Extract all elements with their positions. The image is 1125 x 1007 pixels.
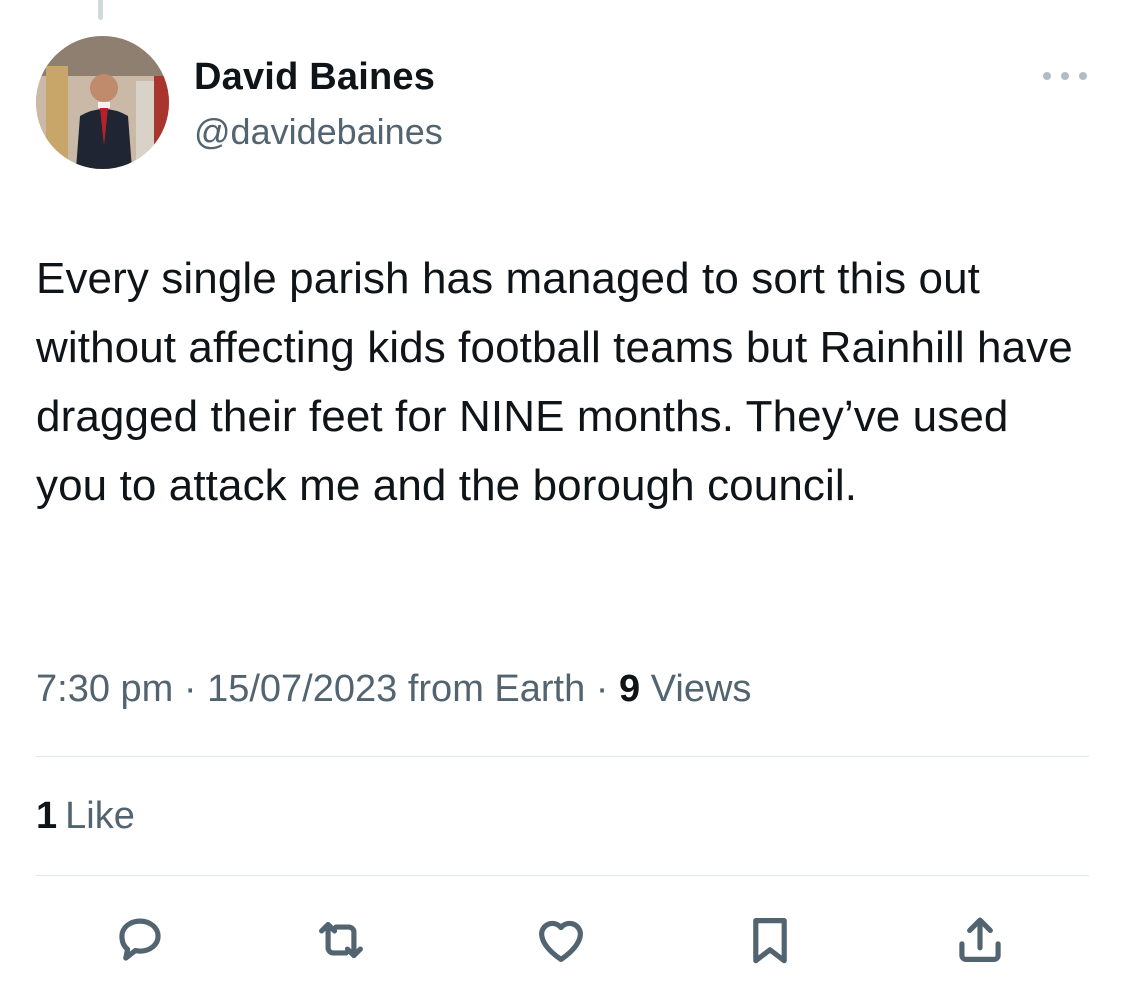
tweet-header: David Baines @davidebaines <box>36 36 1089 171</box>
more-dot <box>1043 72 1051 80</box>
bookmark-button[interactable] <box>735 905 805 975</box>
more-dot <box>1061 72 1069 80</box>
likes-count: 1 <box>36 795 58 837</box>
avatar-photo <box>36 36 169 169</box>
divider <box>36 756 1089 757</box>
author-handle[interactable]: @davidebaines <box>194 111 443 153</box>
meta-separator: · <box>183 668 197 710</box>
tweet-text: Every single parish has managed to sort … <box>36 254 1073 510</box>
bookmark-icon <box>753 918 787 964</box>
retweet-icon <box>319 921 363 959</box>
tweet-date[interactable]: 15/07/2023 <box>207 668 397 710</box>
divider <box>36 875 1089 876</box>
share-upload-icon <box>959 917 1001 962</box>
like-button[interactable] <box>526 905 596 975</box>
tweet-metadata: 7:30 pm · 15/07/2023 from Earth · 9 View… <box>36 668 751 711</box>
author-display-name[interactable]: David Baines <box>194 56 435 99</box>
action-bar <box>0 905 1125 975</box>
likes-label: Like <box>65 795 135 837</box>
likes-summary[interactable]: 1 Like <box>36 795 135 838</box>
tweet-source: from Earth <box>407 668 586 710</box>
meta-separator: · <box>595 668 609 710</box>
tweet-detail: David Baines @davidebaines Every single … <box>0 0 1125 1007</box>
views-count[interactable]: 9 <box>619 668 640 710</box>
retweet-button[interactable] <box>306 905 376 975</box>
tweet-time[interactable]: 7:30 pm <box>36 668 173 710</box>
more-horizontal-icon[interactable] <box>1041 64 1089 88</box>
more-dot <box>1079 72 1087 80</box>
thread-connector-line <box>98 0 103 20</box>
reply-bubble-icon <box>119 918 161 961</box>
views-label[interactable]: Views <box>651 668 752 710</box>
reply-button[interactable] <box>105 905 175 975</box>
share-button[interactable] <box>945 905 1015 975</box>
avatar[interactable] <box>36 36 169 169</box>
heart-icon <box>539 920 583 962</box>
